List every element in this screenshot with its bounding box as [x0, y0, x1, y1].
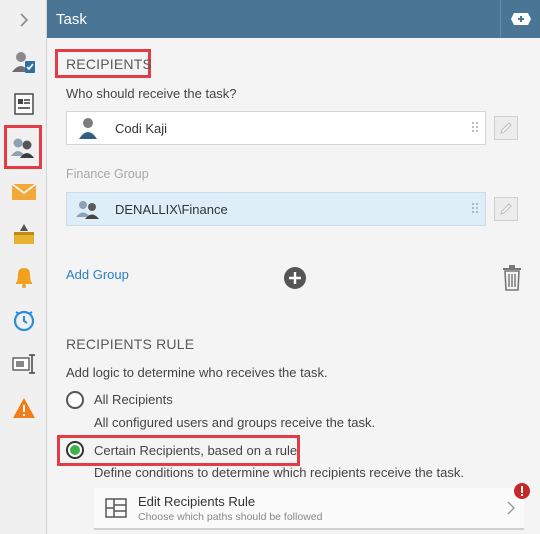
- timer-icon[interactable]: [0, 300, 47, 340]
- panel-header: Task: [47, 0, 540, 38]
- user-icon: [73, 117, 103, 139]
- edit-group-button[interactable]: [494, 197, 518, 221]
- trash-icon: [503, 265, 521, 291]
- chevron-right-icon: [507, 501, 515, 515]
- drag-handle-icon[interactable]: [471, 121, 479, 135]
- group-icon: [73, 199, 103, 219]
- expand-chevron-icon[interactable]: [0, 0, 47, 40]
- recipients-rule-title: RECIPIENTS RULE: [66, 336, 195, 352]
- pencil-icon: [500, 203, 512, 215]
- error-badge-icon: [514, 483, 530, 499]
- page-title: Task: [56, 10, 87, 28]
- plus-circle-icon: [284, 267, 306, 289]
- recipient-user-name: Codi Kaji: [115, 120, 168, 136]
- add-icon: [510, 13, 531, 25]
- recipients-prompt: Who should receive the task?: [66, 86, 237, 101]
- drag-handle-icon[interactable]: [471, 202, 479, 216]
- all-recipients-desc: All configured users and groups receive …: [94, 415, 376, 430]
- certain-recipients-desc: Define conditions to determine which rec…: [94, 465, 464, 480]
- package-icon[interactable]: [0, 214, 47, 254]
- warning-icon[interactable]: [0, 388, 47, 428]
- alert-bell-icon[interactable]: [0, 256, 47, 296]
- left-rail: [0, 0, 47, 534]
- recipients-rule-prompt: Add logic to determine who receives the …: [66, 365, 328, 380]
- edit-rule-title: Edit Recipients Rule: [138, 493, 256, 509]
- delete-button[interactable]: [502, 265, 522, 291]
- recipients-title: RECIPIENTS: [66, 56, 153, 72]
- edit-user-button[interactable]: [494, 116, 518, 140]
- rule-layout-icon: [94, 498, 138, 518]
- recipient-user-field[interactable]: Codi Kaji: [66, 111, 486, 145]
- edit-rule-subtitle: Choose which paths should be followed: [138, 510, 323, 523]
- panel-body: RECIPIENTS Who should receive the task? …: [47, 38, 540, 534]
- group-field-label: Finance Group: [66, 167, 149, 181]
- task-user-icon[interactable]: [0, 42, 47, 82]
- resize-text-icon[interactable]: [0, 344, 47, 384]
- recipient-group-name: DENALLIX\Finance: [115, 201, 228, 217]
- edit-recipients-rule-card[interactable]: Edit Recipients Rule Choose which paths …: [94, 488, 524, 530]
- recipients-icon[interactable]: [4, 125, 42, 169]
- task-panel: Task RECIPIENTS Who should receive the t…: [0, 0, 540, 534]
- recipient-group-field[interactable]: DENALLIX\Finance: [66, 192, 486, 226]
- pencil-icon: [500, 122, 512, 134]
- email-icon[interactable]: [0, 172, 47, 212]
- certain-recipients-radio[interactable]: [66, 441, 84, 459]
- all-recipients-label[interactable]: All Recipients: [94, 392, 173, 407]
- all-recipients-radio[interactable]: [66, 391, 84, 409]
- add-circle-button[interactable]: [283, 266, 307, 290]
- certain-recipients-label[interactable]: Certain Recipients, based on a rule: [94, 443, 297, 458]
- add-item-button[interactable]: [500, 0, 540, 38]
- form-icon[interactable]: [0, 84, 47, 124]
- add-group-link[interactable]: Add Group: [66, 267, 129, 282]
